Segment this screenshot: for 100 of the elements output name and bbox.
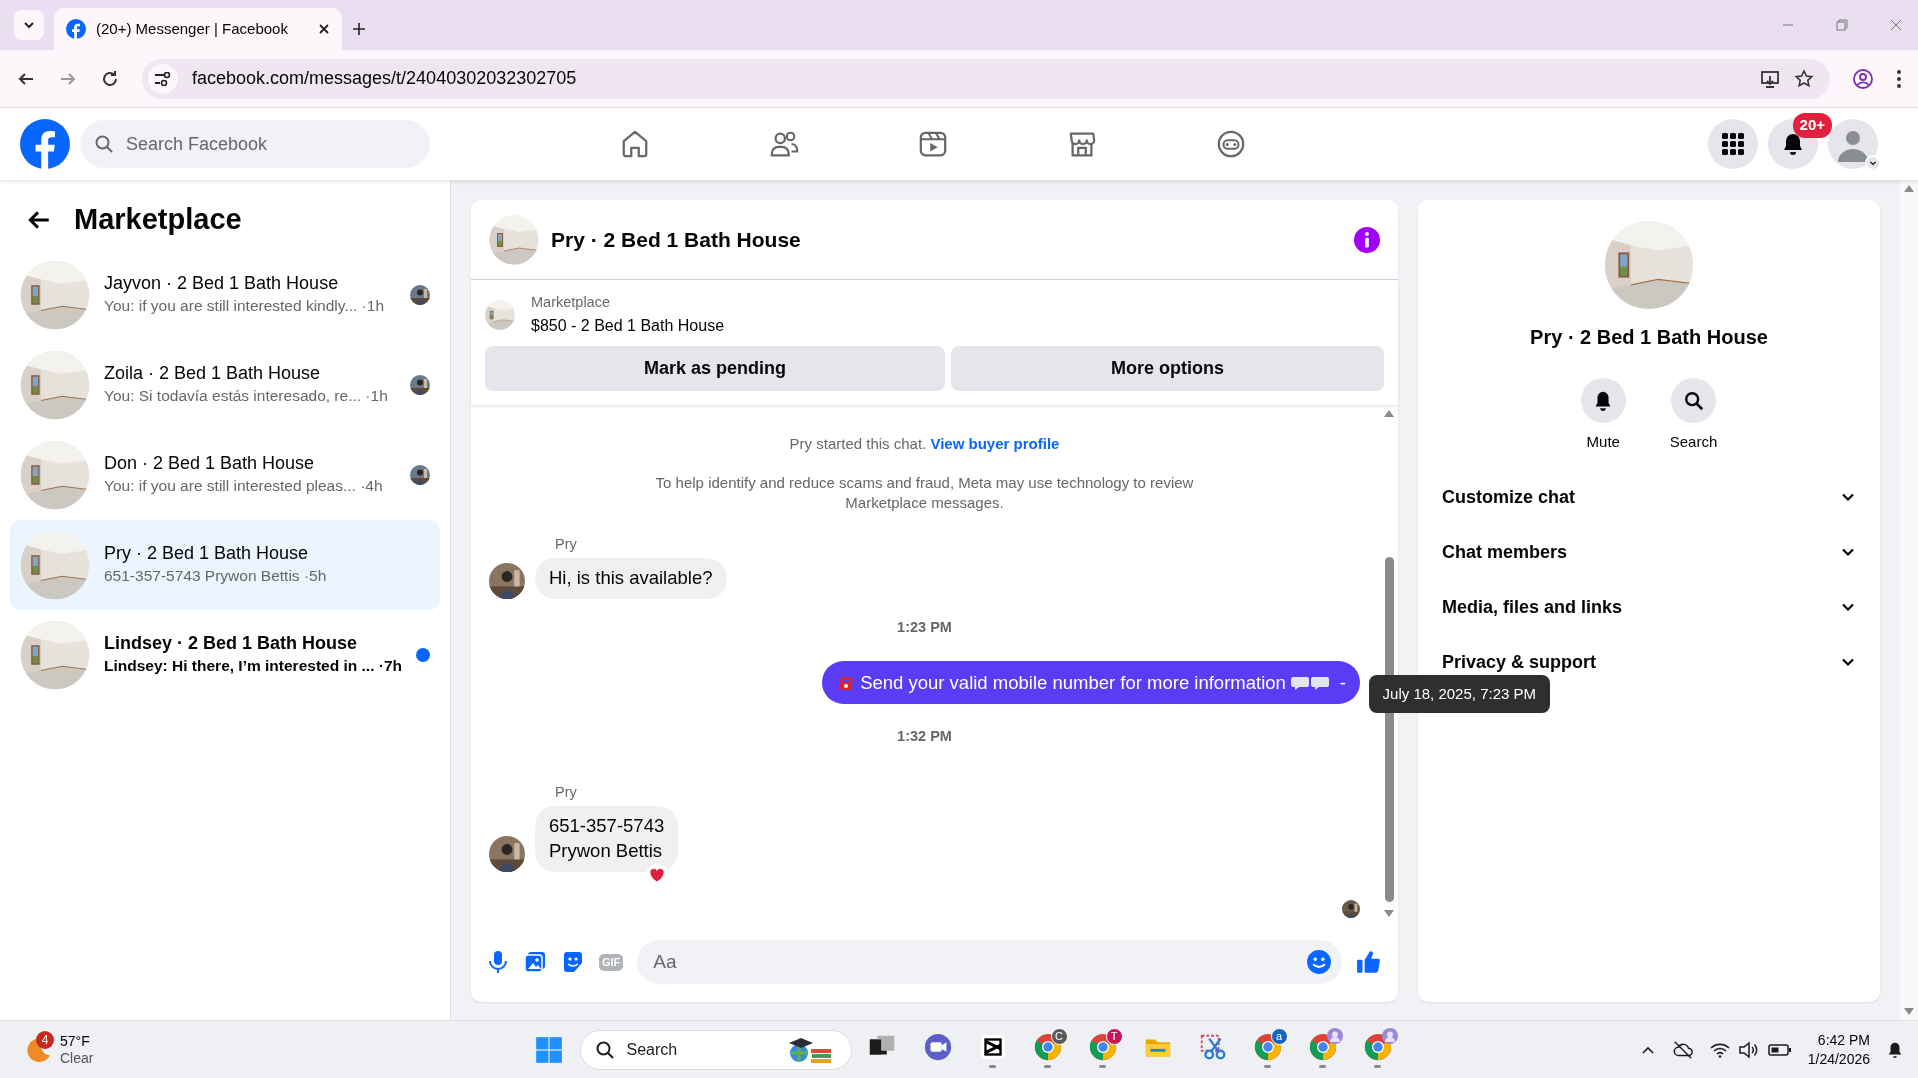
windows-logo-icon xyxy=(534,1035,563,1064)
search-button[interactable] xyxy=(1671,378,1716,423)
taskbar-search-field[interactable]: Search xyxy=(579,1029,852,1070)
notification-bell-icon[interactable] xyxy=(1886,1040,1904,1059)
chevron-down-icon xyxy=(23,19,35,31)
search-input[interactable]: Search Facebook xyxy=(124,129,404,159)
temperature: 57°F xyxy=(60,1032,91,1050)
weather-badge: 4 xyxy=(36,1030,54,1049)
sticker-icon[interactable] xyxy=(561,950,585,974)
microphone-icon[interactable] xyxy=(487,950,509,974)
wifi-icon[interactable] xyxy=(1709,1041,1730,1058)
conversation-item[interactable]: Don · 2 Bed 1 Bath House You: if you are still interested pleas... ·4h xyxy=(10,429,440,520)
conversation-item[interactable]: Pry · 2 Bed 1 Bath House 651-357-5743 Prywon Bettis ·5h xyxy=(10,519,440,610)
conversation-name: Don · 2 Bed 1 Bath House xyxy=(104,451,316,475)
action-label: Search xyxy=(1669,432,1718,452)
menu-button[interactable] xyxy=(1708,119,1758,169)
listing-title: $850 - 2 Bed 1 Bath House xyxy=(531,315,725,336)
tab-title: (20+) Messenger | Facebook xyxy=(96,18,289,39)
chat-title: Pry · 2 Bed 1 Bath House xyxy=(551,226,802,253)
site-settings-icon[interactable] xyxy=(154,71,172,86)
friends-icon[interactable] xyxy=(768,129,799,159)
more-icon[interactable] xyxy=(1896,68,1902,89)
message-preview: You: if you are still interested kindly... ·1h xyxy=(104,296,385,317)
gaming-icon[interactable] xyxy=(1215,129,1246,159)
mark-pending-button[interactable]: Mark as pending xyxy=(485,345,945,391)
conversation-name: Zoila · 2 Bed 1 Bath House xyxy=(104,361,322,385)
chevron-down-icon xyxy=(1865,155,1881,171)
app-badge: T xyxy=(1105,1027,1123,1045)
panel-title: Marketplace xyxy=(74,202,242,237)
grid-menu-icon xyxy=(1722,133,1744,155)
taskbar-app[interactable]: T xyxy=(1078,1025,1127,1074)
message-field[interactable]: Aa xyxy=(637,940,1342,984)
address-bar[interactable]: facebook.com/messages/t/24040302032302705 xyxy=(142,58,1830,99)
scroll-down-icon[interactable] xyxy=(1904,1008,1914,1016)
volume-icon[interactable] xyxy=(1737,1040,1760,1059)
chrome-icon xyxy=(1032,1031,1063,1062)
message-bubble: Send your valid mobile number for more information - xyxy=(822,660,1360,705)
emoji-icon[interactable] xyxy=(1306,949,1332,975)
conversation-name: Jayvon · 2 Bed 1 Bath House xyxy=(104,271,340,295)
info-icon[interactable] xyxy=(1354,226,1380,253)
message-preview: Lindsey: Hi there, I’m interested in ... ·7h xyxy=(104,656,402,677)
battery-icon[interactable] xyxy=(1767,1042,1792,1057)
account-button[interactable] xyxy=(1828,119,1878,169)
tooltip: July 18, 2025, 7:23 PM xyxy=(1368,674,1550,714)
browser-tab[interactable]: (20+) Messenger | Facebook xyxy=(54,8,342,50)
scroll-up-icon[interactable] xyxy=(1904,184,1914,192)
chat-notice: Pry started this chat. View buyer profile xyxy=(788,433,1061,454)
section-header[interactable]: Chat members xyxy=(1436,524,1862,580)
clock-time[interactable]: 6:42 PM xyxy=(1807,1031,1870,1050)
message-preview: 651-357-5743 Prywon Bettis ·5h xyxy=(104,566,328,587)
timestamp: 1:32 PM xyxy=(896,727,953,747)
bell-icon xyxy=(1781,132,1805,156)
conversation-item[interactable]: Zoila · 2 Bed 1 Bath House You: Si todavía estás interesado, re... ·1h xyxy=(10,339,440,430)
tab-list-button[interactable] xyxy=(14,10,44,40)
notification-badge: 20+ xyxy=(1792,113,1832,138)
conversation-name: Lindsey · 2 Bed 1 Bath House xyxy=(104,631,359,655)
close-icon[interactable] xyxy=(318,23,330,35)
video-icon[interactable] xyxy=(917,129,948,159)
video-chat-icon xyxy=(922,1031,953,1062)
listing-label: Marketplace xyxy=(531,293,611,312)
url-text: facebook.com/messages/t/24040302032302705 xyxy=(192,67,578,90)
photo-icon[interactable] xyxy=(523,950,547,974)
facebook-logo[interactable] xyxy=(20,119,70,169)
more-options-button[interactable]: More options xyxy=(951,345,1384,391)
conversation-item[interactable]: Jayvon · 2 Bed 1 Bath House You: if you are still interested kindly... ·1h xyxy=(10,249,440,340)
new-tab-icon[interactable] xyxy=(352,22,366,36)
search-icon xyxy=(594,1039,615,1060)
buyer-profile-link[interactable]: View buyer profile xyxy=(930,434,1060,452)
thumbs-up-icon[interactable] xyxy=(1356,949,1382,975)
clock-date[interactable]: 1/24/2026 xyxy=(1807,1049,1870,1068)
conversation-name: Pry · 2 Bed 1 Bath House xyxy=(104,541,310,565)
disclaimer-text: To help identify and reduce scams and fraud, Meta may use technology to review Marketplace messages. xyxy=(654,473,1195,513)
sender-name: Pry xyxy=(555,783,578,803)
section-header[interactable]: Media, files and links xyxy=(1436,579,1862,635)
app-badge: a xyxy=(1270,1027,1288,1045)
search-field[interactable]: Search Facebook xyxy=(80,120,430,168)
scroll-up-icon[interactable] xyxy=(1384,408,1394,417)
search-icon xyxy=(94,134,114,154)
timestamp: 1:23 PM xyxy=(896,617,953,637)
chat-title: Pry · 2 Bed 1 Bath House xyxy=(1529,325,1769,350)
action-label: Mute xyxy=(1586,432,1620,452)
app-badge: C xyxy=(1050,1027,1068,1045)
message-input[interactable]: Aa xyxy=(651,946,1306,978)
bookmark-star-icon[interactable] xyxy=(1794,68,1814,89)
message-preview: You: if you are still interested pleas... ·4h xyxy=(104,476,384,497)
taskbar-search-input[interactable]: Search xyxy=(624,1036,775,1063)
search-icon xyxy=(1682,389,1705,412)
scroll-down-icon[interactable] xyxy=(1384,910,1394,918)
conversation-item[interactable]: Lindsey · 2 Bed 1 Bath House Lindsey: Hi there, I’m interested in ... ·7h xyxy=(10,609,440,700)
facebook-logo-icon xyxy=(66,19,86,39)
profile-icon[interactable] xyxy=(1852,67,1874,90)
mute-button[interactable] xyxy=(1580,378,1626,423)
cloud-off-icon[interactable] xyxy=(1671,1038,1694,1061)
reload-icon[interactable] xyxy=(100,68,120,89)
page-scrollbar[interactable] xyxy=(1900,180,1918,1020)
sender-name: Pry xyxy=(555,535,578,555)
taskbar-app[interactable]: a xyxy=(1243,1025,1292,1074)
install-icon[interactable] xyxy=(1760,68,1780,89)
taskbar-app[interactable]: C xyxy=(1023,1025,1072,1074)
section-header[interactable]: Customize chat xyxy=(1436,469,1862,525)
